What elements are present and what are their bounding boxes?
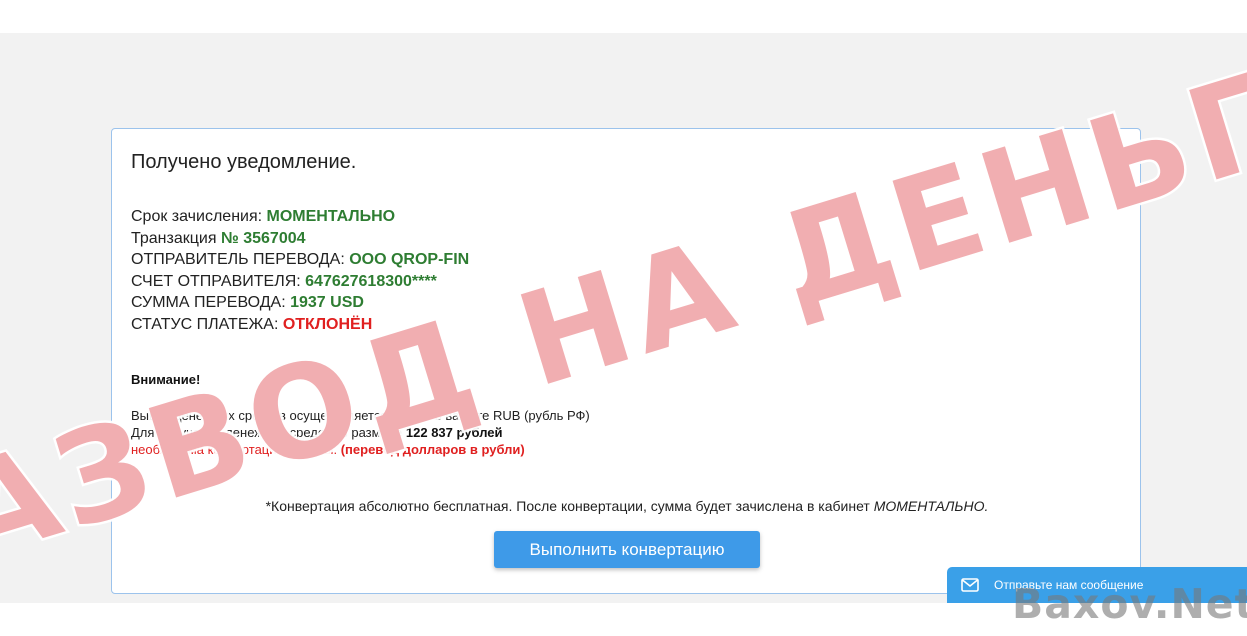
detail-row-transaction: Транзакция № 3567004 bbox=[131, 228, 469, 250]
detail-value: ООО QROP-FIN bbox=[349, 251, 470, 268]
detail-label: Срок зачисления: bbox=[131, 208, 267, 225]
top-band bbox=[0, 0, 1247, 33]
notification-title: Получено уведомление. bbox=[131, 151, 357, 173]
envelope-icon bbox=[961, 578, 979, 592]
warning-body: Вывод денежных средств осуществляется то… bbox=[131, 407, 590, 458]
status-badge: ОТКЛОНЁН bbox=[282, 315, 373, 333]
warning-title: Внимание! bbox=[131, 372, 201, 387]
conversion-note-text: *Конвертация абсолютно бесплатная. После… bbox=[265, 498, 874, 514]
warning-amount: 122 837 рублей bbox=[405, 425, 503, 440]
transaction-details: Срок зачисления: МОМЕНТАЛЬНО Транзакция … bbox=[131, 206, 469, 335]
detail-label: ОТПРАВИТЕЛЬ ПЕРЕВОДА: bbox=[131, 251, 350, 268]
detail-value: 647627618300**** bbox=[305, 272, 437, 290]
site-watermark: Baxov.Net bbox=[1012, 580, 1247, 628]
warning-line-2: Для получения денежных средств в размере… bbox=[131, 424, 590, 441]
warning-line-3-text: необходима конвертация валюты. bbox=[131, 442, 338, 457]
warning-line-3-bold: (перевод долларов в рубли) bbox=[337, 442, 525, 457]
convert-button[interactable]: Выполнить конвертацию bbox=[494, 531, 760, 568]
detail-row-credit-term: Срок зачисления: МОМЕНТАЛЬНО bbox=[131, 206, 469, 228]
detail-row-status: СТАТУС ПЛАТЕЖА: ОТКЛОНЁН bbox=[131, 314, 469, 336]
detail-label: СУММА ПЕРЕВОДА: bbox=[131, 294, 291, 311]
detail-value: № 3567004 bbox=[220, 229, 306, 247]
detail-row-sender-account: СЧЕТ ОТПРАВИТЕЛЯ: 647627618300**** bbox=[131, 271, 469, 293]
detail-value: МОМЕНТАЛЬНО bbox=[266, 208, 396, 225]
detail-value: 1937 USD bbox=[290, 294, 364, 311]
conversion-note: *Конвертация абсолютно бесплатная. После… bbox=[112, 498, 1142, 514]
notification-card: Получено уведомление. Срок зачисления: М… bbox=[111, 128, 1141, 594]
detail-row-amount: СУММА ПЕРЕВОДА: 1937 USD bbox=[131, 292, 469, 314]
warning-line-2-prefix: Для получения денежных средств в размере bbox=[131, 425, 406, 440]
detail-label: СТАТУС ПЛАТЕЖА: bbox=[131, 315, 283, 333]
conversion-note-emphasis: МОМЕНТАЛЬНО. bbox=[873, 498, 989, 514]
warning-line-3: необходима конвертация валюты. (перевод … bbox=[131, 441, 590, 458]
detail-label: СЧЕТ ОТПРАВИТЕЛЯ: bbox=[131, 272, 306, 290]
warning-line-1: Вывод денежных средств осуществляется то… bbox=[131, 408, 590, 423]
detail-row-sender: ОТПРАВИТЕЛЬ ПЕРЕВОДА: ООО QROP-FIN bbox=[131, 249, 469, 271]
detail-label: Транзакция bbox=[131, 229, 221, 247]
